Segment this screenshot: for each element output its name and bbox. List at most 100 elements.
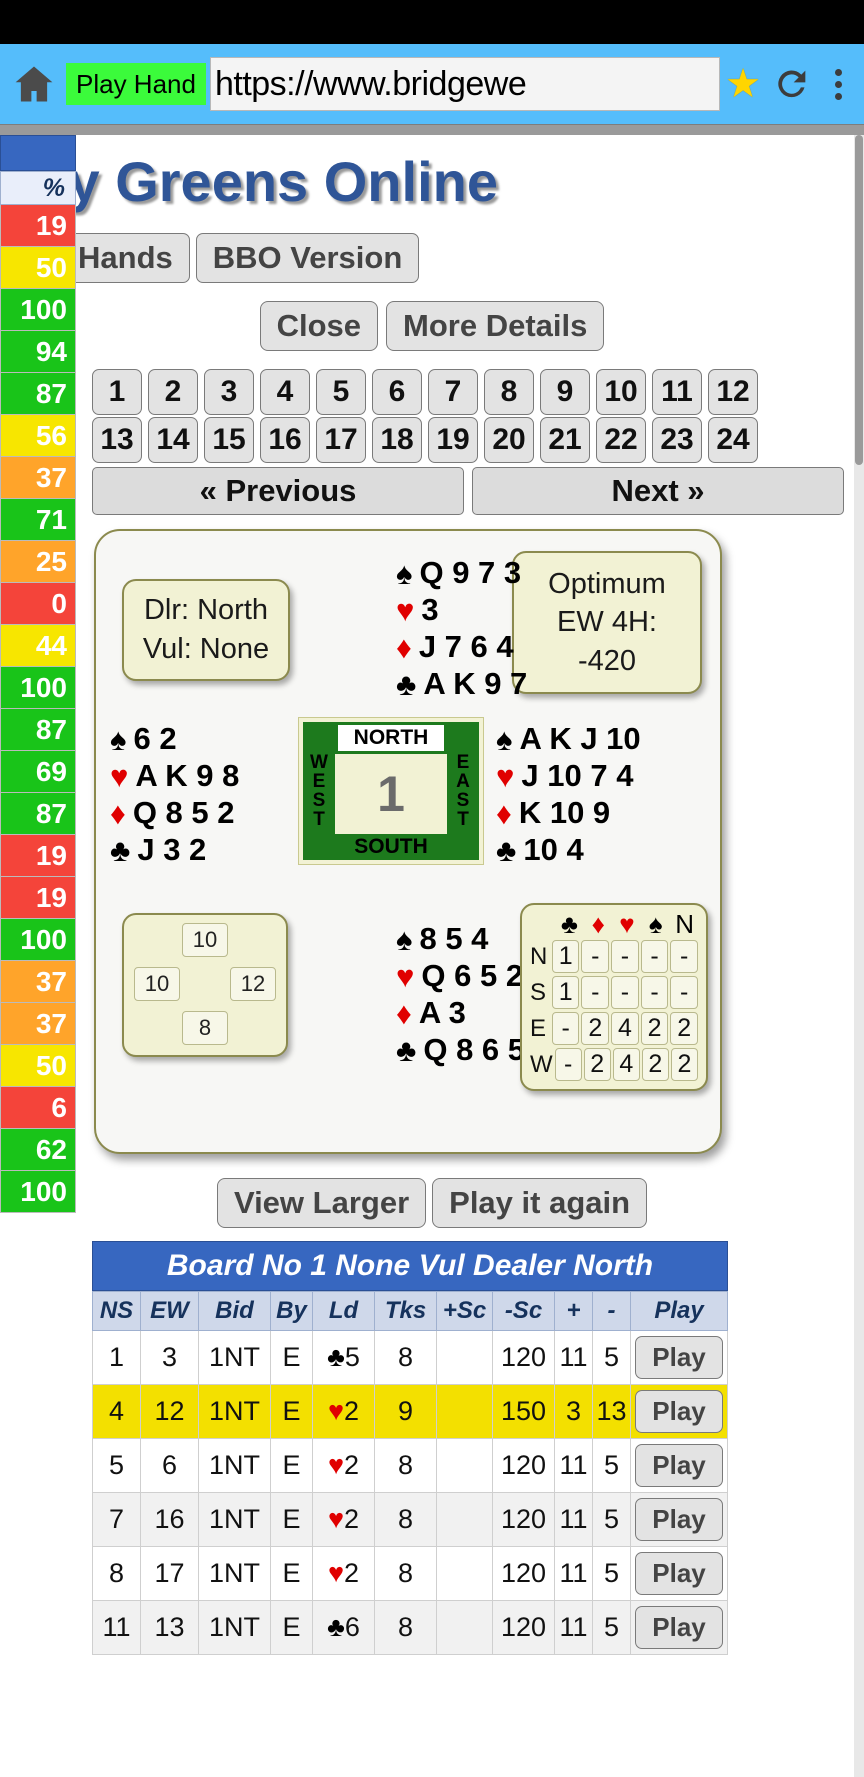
west-heart-cards: A K 9 8 bbox=[135, 757, 240, 793]
result-minus-score: 120 bbox=[492, 1600, 555, 1655]
result-minus-mp: 5 bbox=[592, 1438, 631, 1493]
compass-north-label: NORTH bbox=[335, 722, 447, 754]
lead-club-icon: ♣ bbox=[327, 1612, 345, 1642]
board-button-7[interactable]: 7 bbox=[428, 369, 478, 415]
board-button-24[interactable]: 24 bbox=[708, 417, 758, 463]
play-button[interactable]: Play bbox=[635, 1444, 723, 1487]
play-button[interactable]: Play bbox=[635, 1336, 723, 1379]
makeable-cell-E-spade: 2 bbox=[640, 1012, 669, 1045]
board-button-8[interactable]: 8 bbox=[484, 369, 534, 415]
result-plus-score bbox=[436, 1438, 493, 1493]
lead-heart-icon: ♥ bbox=[327, 1504, 344, 1534]
horizontal-scrollbar[interactable] bbox=[0, 124, 864, 135]
south-diamond-cards: A 3 bbox=[418, 994, 466, 1030]
result-lead: ♥2 bbox=[312, 1546, 375, 1601]
play-button[interactable]: Play bbox=[635, 1390, 723, 1433]
lead-card: 5 bbox=[344, 1342, 360, 1372]
board-button-17[interactable]: 17 bbox=[316, 417, 366, 463]
table-row[interactable]: 4 12 1NT E ♥2 9 150 3 13 Play bbox=[92, 1384, 728, 1439]
play-button[interactable]: Play bbox=[635, 1498, 723, 1541]
board-button-4[interactable]: 4 bbox=[260, 369, 310, 415]
hand-diagram-card: Dlr: North Vul: None Optimum EW 4H: -420… bbox=[94, 529, 722, 1154]
percent-cell-7: 71 bbox=[0, 499, 76, 541]
board-button-12[interactable]: 12 bbox=[708, 369, 758, 415]
play-hand-button[interactable]: Play Hand bbox=[66, 63, 206, 105]
star-icon[interactable]: ★ bbox=[720, 61, 766, 107]
result-bid: 1NT bbox=[198, 1492, 271, 1547]
play-button[interactable]: Play bbox=[635, 1606, 723, 1649]
table-row[interactable]: 7 16 1NT E ♥2 8 120 11 5 Play bbox=[92, 1492, 728, 1547]
board-button-14[interactable]: 14 bbox=[148, 417, 198, 463]
play-button[interactable]: Play bbox=[635, 1552, 723, 1595]
makeable-cell-S-notrump: - bbox=[670, 976, 698, 1009]
nav-item-hands[interactable]: Hands bbox=[61, 233, 190, 283]
result-minus-score: 120 bbox=[492, 1492, 555, 1547]
table-row[interactable]: 1 3 1NT E ♣5 8 120 11 5 Play bbox=[92, 1330, 728, 1385]
board-button-5[interactable]: 5 bbox=[316, 369, 366, 415]
south-hand: ♠ 8 5 4 ♥ Q 6 5 2 ♦ A 3 ♣ Q 8 6 5 bbox=[396, 921, 525, 1069]
board-button-18[interactable]: 18 bbox=[372, 417, 422, 463]
result-plus-score bbox=[436, 1384, 493, 1439]
board-button-22[interactable]: 22 bbox=[596, 417, 646, 463]
board-button-23[interactable]: 23 bbox=[652, 417, 702, 463]
board-button-20[interactable]: 20 bbox=[484, 417, 534, 463]
table-row[interactable]: 8 17 1NT E ♥2 8 120 11 5 Play bbox=[92, 1546, 728, 1601]
board-button-13[interactable]: 13 bbox=[92, 417, 142, 463]
west-diamond-line: ♦ Q 8 5 2 bbox=[110, 795, 239, 832]
east-club-cards: 10 4 bbox=[523, 831, 584, 867]
board-button-21[interactable]: 21 bbox=[540, 417, 590, 463]
close-button[interactable]: Close bbox=[259, 301, 379, 351]
makeable-row-E: E-2422 bbox=[530, 1012, 698, 1045]
strip-header bbox=[0, 135, 76, 171]
east-club-icon: ♣ bbox=[496, 832, 517, 868]
south-diamond-icon: ♦ bbox=[396, 995, 412, 1031]
hand-diagram-panel: Dlr: North Vul: None Optimum EW 4H: -420… bbox=[94, 529, 722, 1154]
view-larger-button[interactable]: View Larger bbox=[216, 1178, 427, 1228]
north-club-icon: ♣ bbox=[396, 666, 417, 702]
results-col-ns: NS bbox=[92, 1291, 141, 1331]
board-button-16[interactable]: 16 bbox=[260, 417, 310, 463]
board-button-10[interactable]: 10 bbox=[596, 369, 646, 415]
board-button-6[interactable]: 6 bbox=[372, 369, 422, 415]
home-icon[interactable] bbox=[6, 56, 62, 112]
result-plus-mp: 11 bbox=[554, 1438, 593, 1493]
compass-south-label: SOUTH bbox=[335, 834, 447, 860]
result-by: E bbox=[270, 1600, 313, 1655]
result-plus-mp: 11 bbox=[554, 1330, 593, 1385]
board-button-2[interactable]: 2 bbox=[148, 369, 198, 415]
reload-icon[interactable] bbox=[766, 64, 818, 104]
board-button-15[interactable]: 15 bbox=[204, 417, 254, 463]
east-club-line: ♣ 10 4 bbox=[496, 832, 641, 869]
lead-club-icon: ♣ bbox=[327, 1342, 345, 1372]
more-details-button[interactable]: More Details bbox=[386, 301, 605, 351]
board-button-19[interactable]: 19 bbox=[428, 417, 478, 463]
result-bid: 1NT bbox=[198, 1438, 271, 1493]
previous-button[interactable]: « Previous bbox=[92, 467, 464, 515]
south-diamond-line: ♦ A 3 bbox=[396, 995, 525, 1032]
nav-item-bbo-version[interactable]: BBO Version bbox=[195, 233, 420, 283]
results-col-bid: Bid bbox=[198, 1291, 271, 1331]
result-play-cell: Play bbox=[630, 1600, 728, 1655]
result-tricks: 8 bbox=[374, 1600, 437, 1655]
table-row[interactable]: 11 13 1NT E ♣6 8 120 11 5 Play bbox=[92, 1600, 728, 1655]
address-bar[interactable]: https://www.bridgewe bbox=[209, 57, 720, 111]
percent-cell-3: 94 bbox=[0, 331, 76, 373]
results-header-row: NS EW Bid By Ld Tks +Sc -Sc + - Play bbox=[92, 1291, 728, 1331]
result-plus-score bbox=[436, 1330, 493, 1385]
percent-cell-8: 25 bbox=[0, 541, 76, 583]
west-spade-cards: 6 2 bbox=[133, 721, 177, 756]
result-play-cell: Play bbox=[630, 1330, 728, 1385]
board-button-1[interactable]: 1 bbox=[92, 369, 142, 415]
makeable-cell-W-diamond: 2 bbox=[583, 1048, 611, 1081]
play-it-again-button[interactable]: Play it again bbox=[432, 1178, 648, 1228]
board-button-11[interactable]: 11 bbox=[652, 369, 702, 415]
board-button-3[interactable]: 3 bbox=[204, 369, 254, 415]
results-col-ld: Ld bbox=[312, 1291, 375, 1331]
next-button[interactable]: Next » bbox=[472, 467, 844, 515]
overflow-menu-icon[interactable] bbox=[818, 68, 858, 100]
vertical-scrollbar[interactable] bbox=[854, 135, 864, 1777]
percent-cell-4: 87 bbox=[0, 373, 76, 415]
vulnerability-label: Vul: None bbox=[142, 633, 270, 666]
table-row[interactable]: 5 6 1NT E ♥2 8 120 11 5 Play bbox=[92, 1438, 728, 1493]
board-button-9[interactable]: 9 bbox=[540, 369, 590, 415]
